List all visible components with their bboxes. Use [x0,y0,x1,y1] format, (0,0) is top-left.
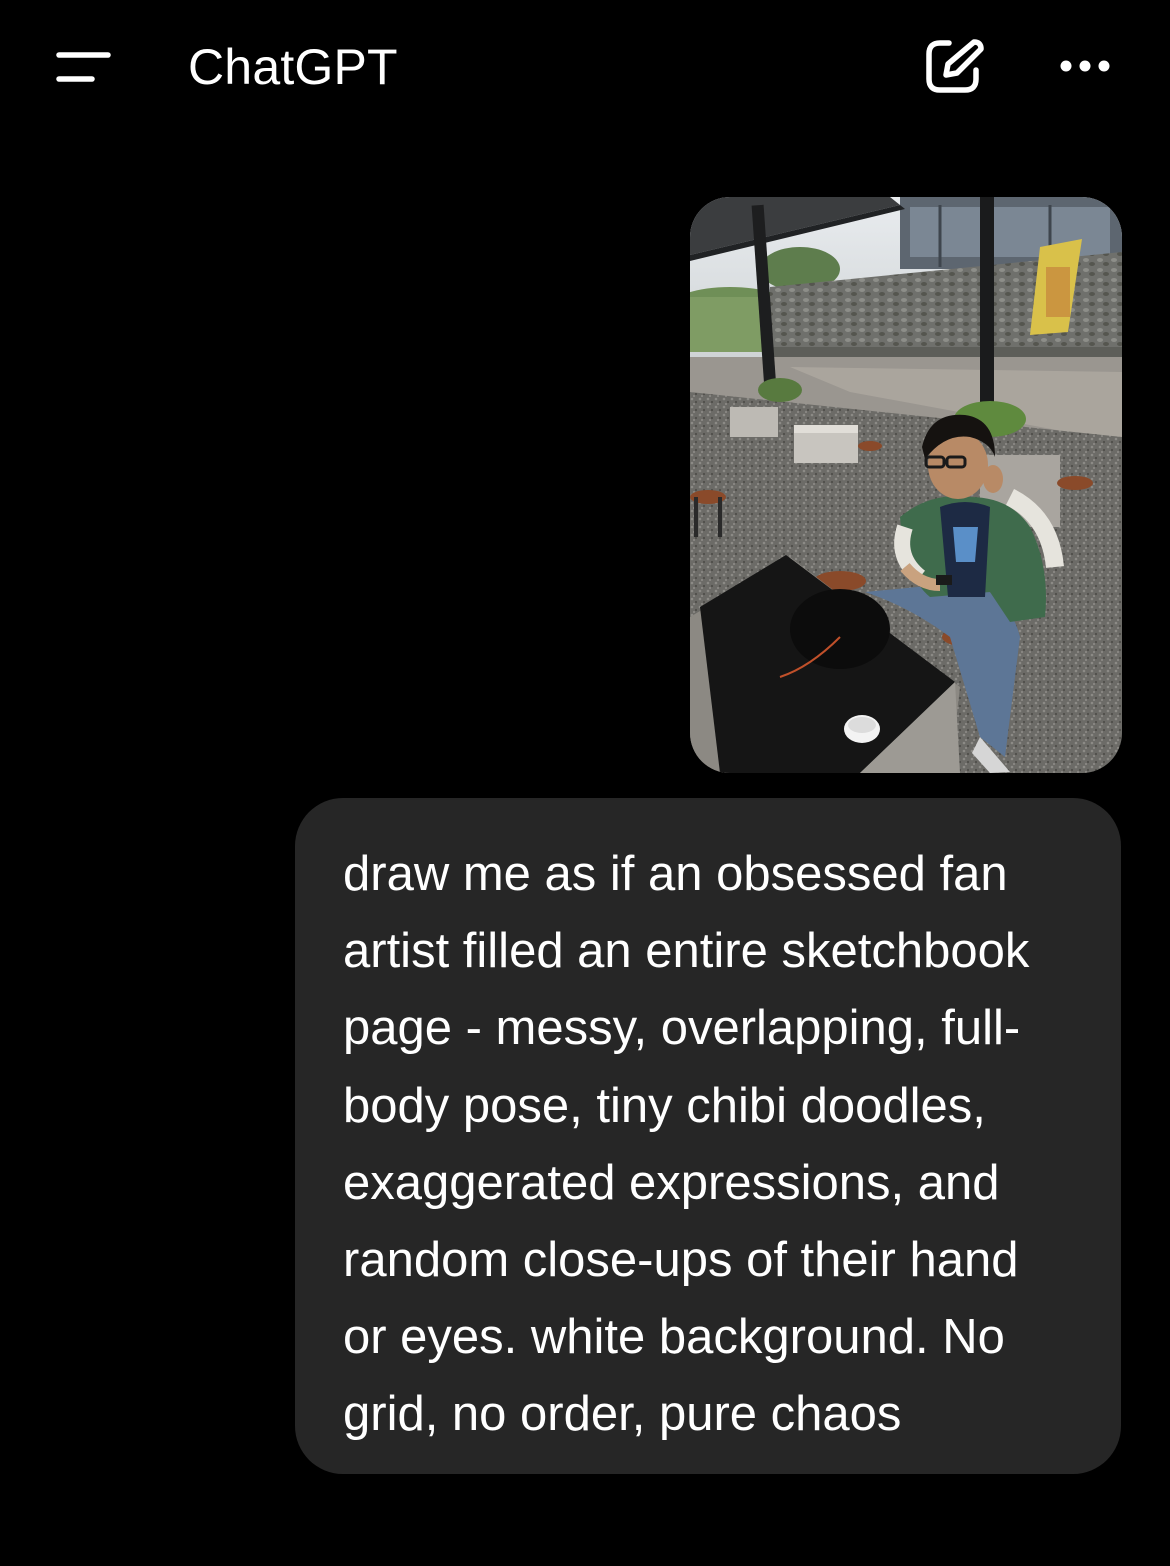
menu-icon [56,52,111,82]
message-line: exaggerated expressions, and [343,1155,1000,1210]
more-options-button[interactable] [1050,40,1122,92]
message-line: page - messy, overlapping, full- [343,1001,1021,1056]
message-line: or eyes. white background. No [343,1310,1005,1365]
more-options-icon [1060,60,1110,72]
user-photo [690,197,1122,773]
message-line: random close-ups of their hand [343,1233,1019,1288]
app-title: ChatGPT [188,39,398,95]
user-message-text: draw me as if an obsessed fan artist fil… [343,836,1081,1454]
user-photo-attachment[interactable] [690,197,1122,773]
new-chat-button[interactable] [918,36,990,100]
new-chat-icon [926,39,984,93]
message-line: grid, no order, pure chaos [343,1387,902,1442]
message-line: artist filled an entire sketchbook [343,924,1030,979]
menu-button[interactable] [48,38,120,96]
top-bar: ChatGPT [0,0,1170,134]
message-line: draw me as if an obsessed fan [343,847,1008,901]
message-line: body pose, tiny chibi doodles, [343,1078,986,1133]
user-message-bubble: draw me as if an obsessed fan artist fil… [295,798,1121,1474]
